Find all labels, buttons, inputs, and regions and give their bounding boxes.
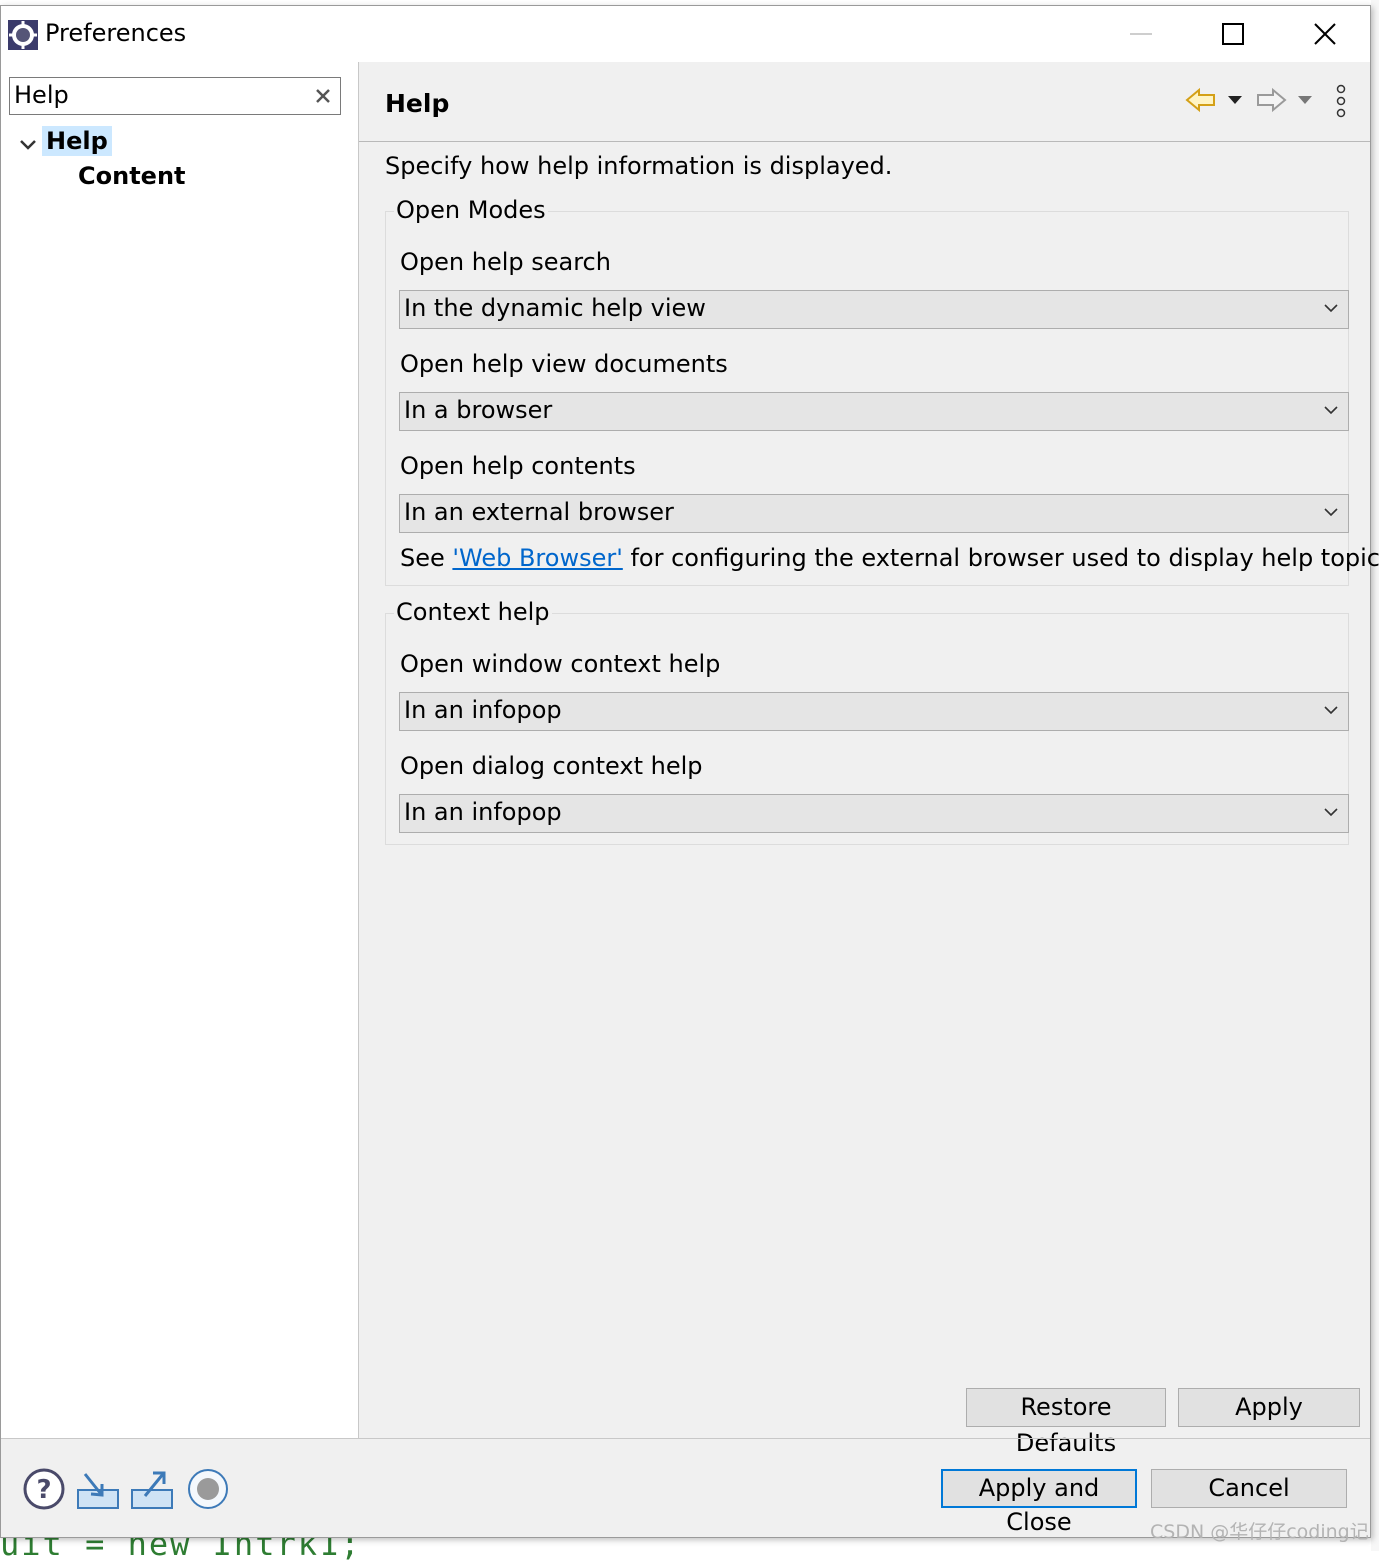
open-modes-legend: Open Modes: [394, 196, 548, 224]
background-edge: [1371, 0, 1379, 1551]
open-help-contents-value: In an external browser: [404, 498, 674, 526]
view-menu-icon[interactable]: [1333, 80, 1349, 120]
chevron-down-icon: [1324, 406, 1338, 415]
header-separator: [359, 141, 1370, 142]
tree-item-content[interactable]: Content: [78, 162, 186, 190]
preference-page: Help Specify how help information is dis…: [359, 62, 1379, 1457]
apply-and-close-button[interactable]: Apply and Close: [941, 1469, 1137, 1536]
chevron-down-icon: [1324, 304, 1338, 313]
cancel-button[interactable]: Cancel: [1151, 1469, 1347, 1508]
window-title: Preferences: [45, 19, 187, 47]
chevron-down-icon: [1324, 808, 1338, 817]
tree-item-help[interactable]: Help: [42, 126, 112, 156]
svg-text:?: ?: [36, 1475, 51, 1505]
back-menu-icon[interactable]: [1225, 80, 1245, 120]
context-help-legend: Context help: [394, 598, 552, 626]
chevron-down-icon[interactable]: [19, 138, 37, 152]
open-dialog-context-help-value: In an infopop: [404, 798, 562, 826]
forward-arrow-icon[interactable]: [1255, 80, 1287, 120]
open-window-context-help-value: In an infopop: [404, 696, 562, 724]
restore-defaults-button[interactable]: Restore Defaults: [966, 1388, 1166, 1457]
maximize-icon: [1222, 23, 1244, 45]
chevron-down-icon: [1324, 706, 1338, 715]
apply-button[interactable]: Apply: [1178, 1388, 1360, 1427]
open-help-view-docs-value: In a browser: [404, 396, 553, 424]
open-modes-group: Open Modes Open help search In the dynam…: [385, 196, 1379, 586]
page-title: Help: [385, 89, 450, 118]
close-icon: [1314, 23, 1336, 45]
record-icon[interactable]: [185, 1466, 231, 1512]
chevron-down-icon: [1324, 508, 1338, 517]
open-dialog-context-help-label: Open dialog context help: [400, 752, 703, 780]
open-help-search-label: Open help search: [400, 248, 611, 276]
note-prefix: See: [400, 544, 453, 572]
footer-separator: [1, 1438, 1370, 1439]
open-help-search-select[interactable]: In the dynamic help view: [399, 290, 1349, 329]
forward-menu-icon[interactable]: [1295, 80, 1315, 120]
open-help-view-docs-label: Open help view documents: [400, 350, 728, 378]
open-dialog-context-help-select[interactable]: In an infopop: [399, 794, 1349, 833]
open-help-contents-label: Open help contents: [400, 452, 636, 480]
open-window-context-help-label: Open window context help: [400, 650, 721, 678]
web-browser-note: See 'Web Browser' for configuring the ex…: [400, 544, 1379, 572]
preferences-dialog: Preferences Help Help Content Help Speci…: [0, 5, 1379, 1538]
eclipse-app-icon: [8, 20, 38, 50]
title-bar: Preferences: [1, 6, 1370, 62]
open-help-view-docs-select[interactable]: In a browser: [399, 392, 1349, 431]
filter-input[interactable]: [14, 80, 304, 110]
filter-box[interactable]: [9, 77, 341, 115]
close-button[interactable]: [1279, 6, 1371, 62]
preference-tree-pane: Help Content: [1, 62, 359, 1438]
open-window-context-help-select[interactable]: In an infopop: [399, 692, 1349, 731]
minimize-button[interactable]: [1095, 6, 1187, 62]
open-help-contents-select[interactable]: In an external browser: [399, 494, 1349, 533]
help-icon[interactable]: ?: [21, 1466, 67, 1512]
watermark: CSDN @华仔仔coding记: [1150, 1521, 1369, 1543]
minimize-icon: [1130, 33, 1152, 35]
web-browser-link[interactable]: 'Web Browser': [452, 544, 622, 572]
back-arrow-icon[interactable]: [1185, 80, 1217, 120]
export-icon[interactable]: [129, 1466, 175, 1512]
note-suffix: for configuring the external browser use…: [622, 544, 1379, 572]
open-help-search-value: In the dynamic help view: [404, 294, 706, 322]
context-help-group: Context help Open window context help In…: [385, 598, 1349, 845]
clear-filter-icon[interactable]: [314, 87, 332, 105]
maximize-button[interactable]: [1187, 6, 1279, 62]
import-icon[interactable]: [75, 1466, 121, 1512]
page-description: Specify how help information is displaye…: [385, 152, 893, 180]
